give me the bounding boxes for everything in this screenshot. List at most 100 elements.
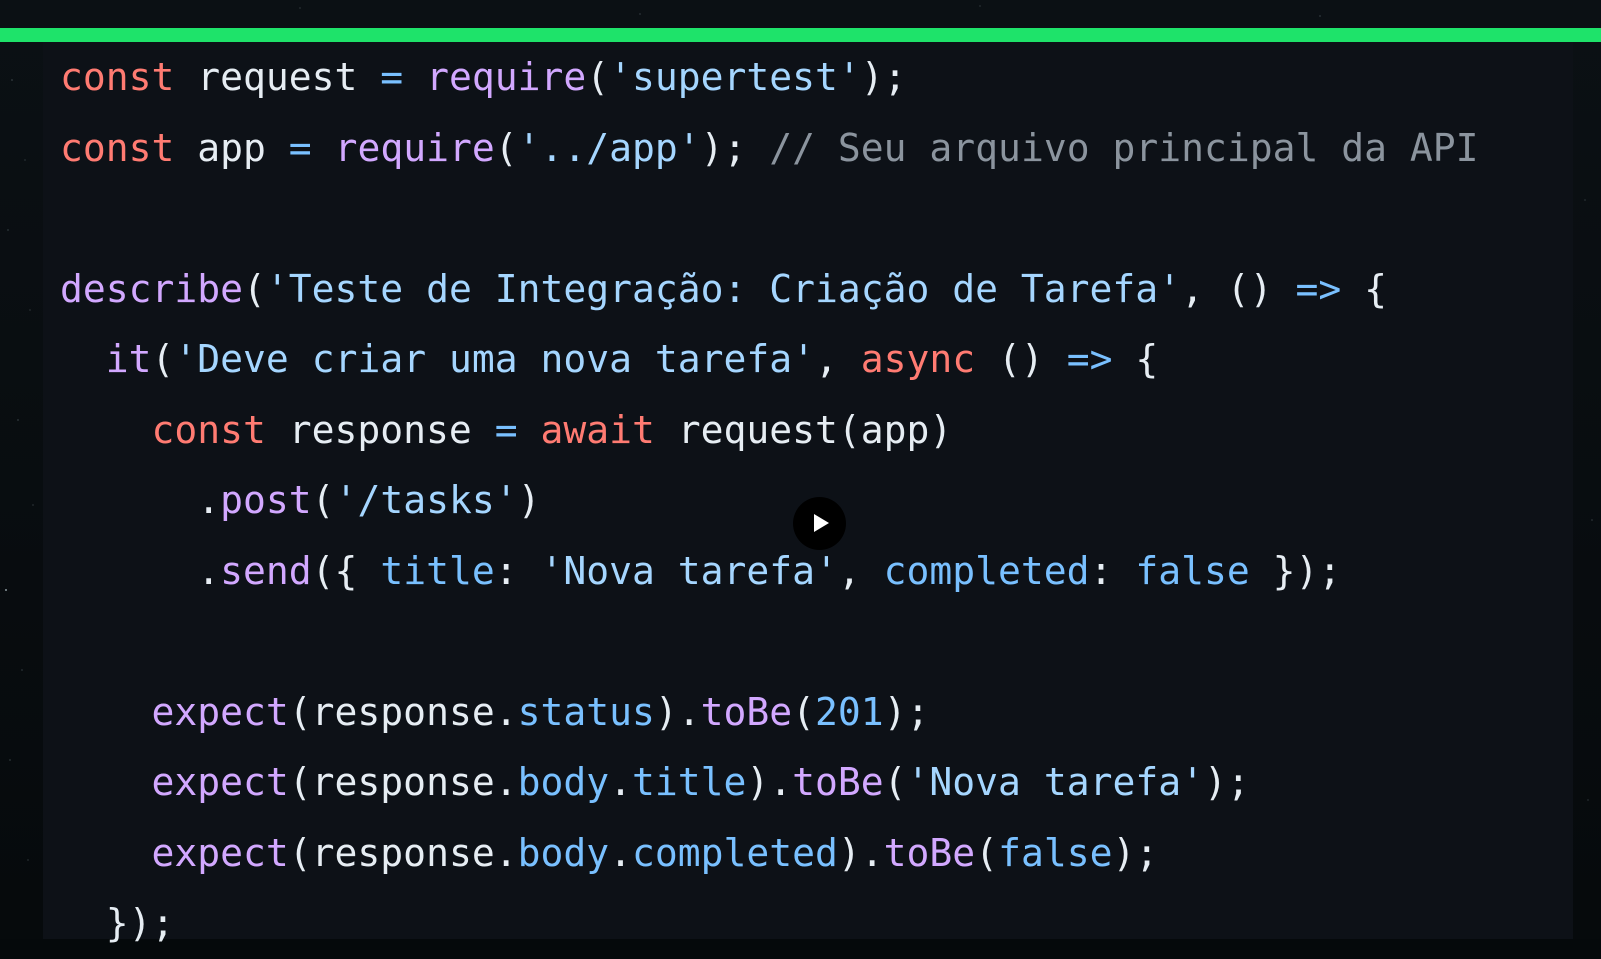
code-token: post <box>220 478 312 522</box>
code-token: ); <box>1203 760 1250 804</box>
code-block: const request = require('supertest'); con… <box>60 42 1479 959</box>
code-line: const response = await request(app) <box>60 395 1479 466</box>
code-token: ); <box>700 125 770 170</box>
code-token: : <box>494 548 541 593</box>
code-token: , <box>837 548 884 593</box>
code-token: const <box>151 407 266 452</box>
code-token: (response. <box>288 689 518 734</box>
code-token: ). <box>837 830 884 875</box>
code-token: completed <box>883 548 1090 593</box>
code-token: completed <box>631 830 838 875</box>
code-line: .post('/tasks') <box>60 465 1479 536</box>
code-token: ({ <box>311 548 381 593</box>
code-token: response <box>265 407 495 452</box>
code-token: ). <box>654 689 701 734</box>
code-token: ( <box>151 337 175 381</box>
code-token: toBe <box>700 689 793 734</box>
code-line: const app = require('../app'); // Seu ar… <box>60 113 1479 184</box>
code-token: . <box>60 478 221 522</box>
code-token: const <box>60 125 175 170</box>
code-token: => <box>1066 337 1113 381</box>
code-token: async <box>860 337 976 381</box>
code-token: = <box>494 407 518 452</box>
code-token: , () <box>1181 266 1296 311</box>
code-token: status <box>517 689 655 734</box>
code-token: false <box>1135 548 1250 593</box>
code-token: () <box>975 337 1067 381</box>
code-token: 'Deve criar uma nova tarefa' <box>174 337 816 381</box>
code-token: 'Teste de Integração: Criação de Tarefa' <box>265 266 1182 311</box>
accent-bar <box>0 28 1601 42</box>
code-line: describe('Teste de Integração: Criação d… <box>60 254 1479 325</box>
code-token: ( <box>975 830 999 875</box>
code-token: require <box>334 125 495 170</box>
code-token: toBe <box>792 760 884 804</box>
code-token: body <box>517 830 610 875</box>
code-token: }); <box>1249 548 1342 593</box>
code-token: { <box>1341 266 1387 311</box>
code-token: (response. <box>288 760 518 804</box>
code-line: expect(response.body.title).toBe('Nova t… <box>60 747 1479 818</box>
code-token: app <box>174 125 289 170</box>
code-token: ( <box>494 125 518 170</box>
code-token: ); <box>860 55 907 99</box>
code-token: ( <box>586 55 610 99</box>
code-token: ( <box>243 266 266 311</box>
code-line: .send({ title: 'Nova tarefa', completed:… <box>60 536 1479 607</box>
code-token: }); <box>60 901 175 945</box>
code-token: '/tasks' <box>334 478 518 522</box>
code-token: 'Nova tarefa' <box>906 760 1204 804</box>
code-token: 'supertest' <box>609 55 861 99</box>
play-button[interactable] <box>793 497 846 550</box>
code-token: // Seu arquivo principal da API <box>769 125 1479 170</box>
code-token: . <box>60 548 221 593</box>
code-token: (response. <box>288 830 518 875</box>
code-token: ) <box>517 478 541 522</box>
code-token: . <box>609 830 632 875</box>
code-token: ( <box>311 478 335 522</box>
code-token: ( <box>792 689 816 734</box>
code-token: toBe <box>883 830 976 875</box>
code-line: }); <box>60 888 1479 959</box>
code-token: request(app) <box>654 407 953 452</box>
code-token: it <box>105 337 152 381</box>
code-token: expect <box>151 760 289 804</box>
code-token: 'Nova tarefa' <box>540 548 838 593</box>
code-token: const <box>60 55 175 99</box>
code-token: = <box>380 55 404 99</box>
code-token: false <box>998 830 1113 875</box>
code-token: body <box>517 760 610 804</box>
code-token: , <box>815 337 861 381</box>
code-token: await <box>540 407 655 452</box>
code-token: send <box>220 548 312 593</box>
code-token: ( <box>883 760 907 804</box>
code-token: expect <box>151 689 289 734</box>
code-token: { <box>1112 337 1159 381</box>
code-token: = <box>288 125 312 170</box>
code-token: title <box>380 548 495 593</box>
code-line: expect(response.body.completed).toBe(fal… <box>60 818 1479 889</box>
code-token: . <box>609 760 632 804</box>
code-token: title <box>631 760 747 804</box>
code-token: require <box>426 55 587 99</box>
play-icon <box>814 514 829 532</box>
code-token: describe <box>60 266 244 311</box>
code-token: ). <box>746 760 793 804</box>
code-token: 201 <box>815 689 884 734</box>
code-token: ); <box>1112 830 1159 875</box>
code-token: => <box>1295 266 1342 311</box>
code-token: ); <box>883 689 930 734</box>
code-line: const request = require('supertest'); <box>60 42 1479 113</box>
code-token: : <box>1089 548 1136 593</box>
code-line: expect(response.status).toBe(201); <box>60 677 1479 748</box>
code-token: expect <box>151 830 289 875</box>
